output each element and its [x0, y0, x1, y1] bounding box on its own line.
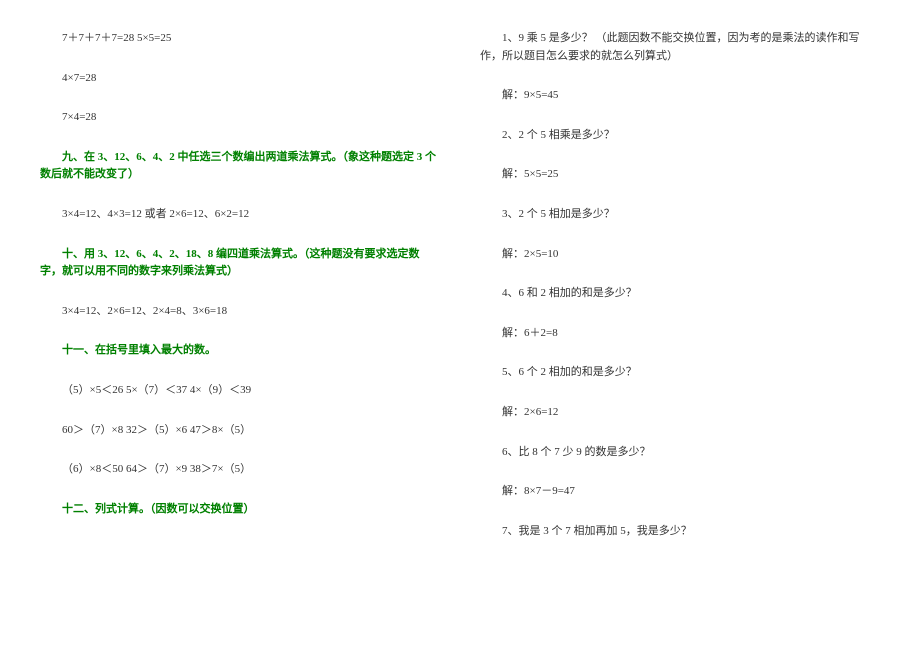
- text-line: 7＋7＋7＋7=28 5×5=25: [40, 30, 440, 48]
- question-5: 5、6 个 2 相加的和是多少？: [480, 364, 880, 382]
- question-3: 3、2 个 5 相加是多少？: [480, 206, 880, 224]
- text-line: 7×4=28: [40, 109, 440, 127]
- question-7: 7、我是 3 个 7 相加再加 5，我是多少？: [480, 523, 880, 541]
- answer-2: 解：5×5=25: [480, 166, 880, 184]
- section-heading-12: 十二、列式计算。（因数可以交换位置）: [40, 501, 440, 519]
- text-line: 3×4=12、4×3=12 或者 2×6=12、6×2=12: [40, 206, 440, 224]
- question-6: 6、比 8 个 7 少 9 的数是多少？: [480, 444, 880, 462]
- answer-5: 解：2×6=12: [480, 404, 880, 422]
- answer-4: 解：6＋2=8: [480, 325, 880, 343]
- section-heading-10: 十、用 3、12、6、4、2、18、8 编四道乘法算式。（这种题没有要求选定数字…: [40, 246, 440, 281]
- answer-6: 解：8×7－9=47: [480, 483, 880, 501]
- question-4: 4、6 和 2 相加的和是多少？: [480, 285, 880, 303]
- section-heading-11: 十一、在括号里填入最大的数。: [40, 342, 440, 360]
- answer-1: 解：9×5=45: [480, 87, 880, 105]
- answer-3: 解：2×5=10: [480, 246, 880, 264]
- question-2: 2、2 个 5 相乘是多少？: [480, 127, 880, 145]
- text-line: 3×4=12、2×6=12、2×4=8、3×6=18: [40, 303, 440, 321]
- text-line: 4×7=28: [40, 70, 440, 88]
- text-line: 60＞（7）×8 32＞（5）×6 47＞8×（5）: [40, 422, 440, 440]
- question-1: 1、9 乘 5 是多少？ （此题因数不能交换位置，因为考的是乘法的读作和写作，所…: [480, 30, 880, 65]
- section-heading-9: 九、在 3、12、6、4、2 中任选三个数编出两道乘法算式。（象这种题选定 3 …: [40, 149, 440, 184]
- text-line: （5）×5＜26 5×（7）＜37 4×（9）＜39: [40, 382, 440, 400]
- text-line: （6）×8＜50 64＞（7）×9 38＞7×（5）: [40, 461, 440, 479]
